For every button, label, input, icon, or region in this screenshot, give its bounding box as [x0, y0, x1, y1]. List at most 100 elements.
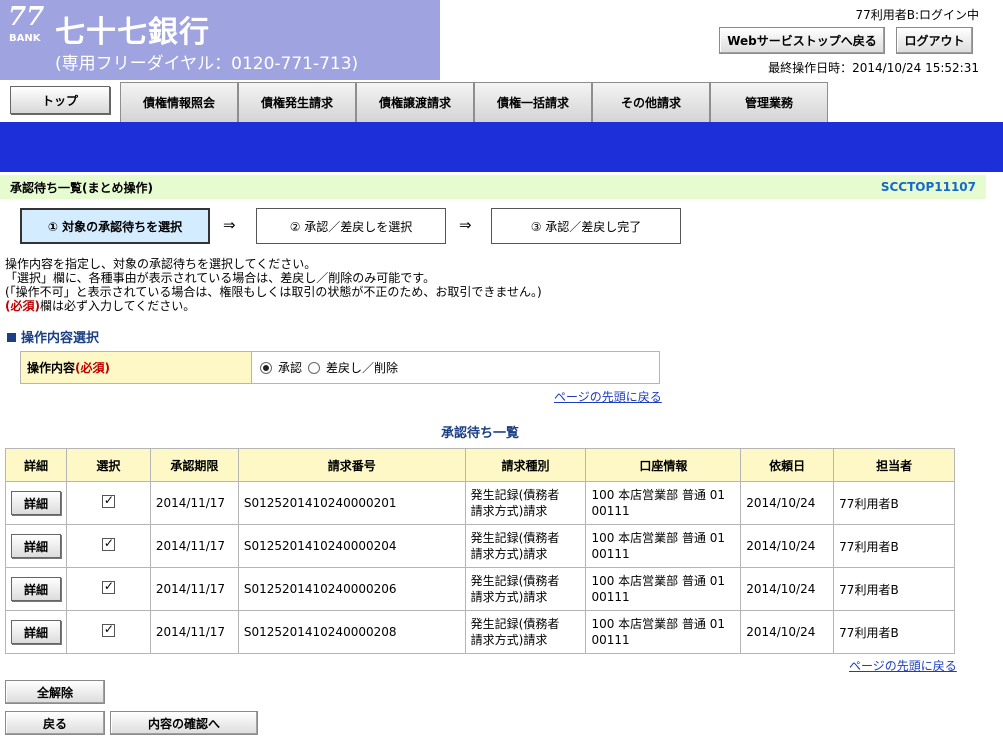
request-type-line-1: 発生記録(債務者 [470, 531, 560, 545]
request-no-cell: S0125201410240000201 [237, 481, 466, 525]
request-date-cell: 2014/10/24 [740, 481, 835, 525]
operation-section-heading: 操作内容選択 [7, 327, 99, 346]
account-line-2: 00111 [591, 633, 630, 647]
tab-claim-inquiry[interactable]: 債権情報照会 [120, 82, 238, 122]
operation-form: 操作内容 (必須) 承認 差戻し／削除 [20, 351, 660, 384]
logout-button[interactable]: ログアウト [896, 27, 973, 54]
screen-code: SCCTOP11107 [880, 180, 976, 194]
deadline-cell: 2014/11/17 [149, 481, 239, 525]
required-mark: (必須) [5, 299, 40, 313]
return-delete-radio-label: 差戻し／削除 [326, 361, 399, 375]
tab-management[interactable]: 管理業務 [710, 82, 828, 122]
tab-other-request[interactable]: その他請求 [592, 82, 710, 122]
bank-name: 七十七銀行 [55, 15, 210, 50]
request-date-cell: 2014/10/24 [740, 524, 835, 568]
select-cell [66, 610, 151, 654]
tab-top[interactable]: トップ [10, 86, 110, 114]
request-type-cell: 発生記録(債務者 請求方式)請求 [464, 481, 587, 525]
account-cell: 100 本店営業部 普通 01 00111 [585, 481, 742, 525]
request-type-line-2: 請求方式)請求 [470, 504, 548, 518]
confirm-content-button[interactable]: 内容の確認へ [110, 711, 258, 735]
account-line-1: 100 本店営業部 普通 01 [591, 488, 726, 502]
request-date-cell: 2014/10/24 [740, 567, 835, 611]
request-type-cell: 発生記録(債務者 請求方式)請求 [464, 567, 587, 611]
detail-button[interactable]: 詳細 [11, 620, 61, 644]
approve-radio[interactable] [260, 361, 272, 374]
table-row: 詳細 2014/11/17 S0125201410240000206 発生記録(… [5, 567, 955, 611]
step-arrow-2: ⇒ [459, 216, 472, 234]
page-top-link-2[interactable]: ページの先頭に戻る [849, 657, 957, 674]
operation-label-cell: 操作内容 (必須) [21, 352, 252, 383]
deadline-cell: 2014/11/17 [149, 610, 239, 654]
detail-cell: 詳細 [5, 481, 67, 525]
detail-cell: 詳細 [5, 610, 67, 654]
page-title: 承認待ち一覧(まとめ操作) [10, 180, 153, 195]
detail-cell: 詳細 [5, 567, 67, 611]
square-bullet-icon [7, 333, 16, 342]
back-button[interactable]: 戻る [5, 711, 105, 735]
list-title: 承認待ち一覧 [440, 426, 519, 441]
detail-button[interactable]: 詳細 [11, 534, 61, 558]
request-no-cell: S0125201410240000206 [237, 567, 466, 611]
bank-logo-text: BANK [9, 33, 41, 44]
deadline-cell: 2014/11/17 [149, 567, 239, 611]
page: 77 BANK 七十七銀行 (専用フリーダイヤル：0120-771-713) 7… [0, 0, 1003, 749]
col-detail: 詳細 [5, 448, 67, 482]
instruction-line-2: 「選択」欄に、各種事由が表示されている場合は、差戻し／削除のみ可能です。 [5, 271, 436, 285]
web-service-top-button[interactable]: Webサービストップへ戻る [719, 27, 885, 54]
person-cell: 77利用者B [833, 567, 955, 611]
col-select: 選択 [66, 448, 151, 482]
instruction-line-4-text: 欄は必ず入力してください。 [39, 299, 196, 313]
table-row: 詳細 2014/11/17 S0125201410240000208 発生記録(… [5, 610, 955, 654]
detail-cell: 詳細 [5, 524, 67, 568]
tab-claim-transfer[interactable]: 債権譲渡請求 [356, 82, 474, 122]
account-line-1: 100 本店営業部 普通 01 [591, 531, 726, 545]
account-line-2: 00111 [591, 504, 630, 518]
brand-banner: 77 BANK 七十七銀行 (専用フリーダイヤル：0120-771-713) [0, 0, 440, 80]
step-3: ③ 承認／差戻し完了 [491, 208, 681, 244]
clear-all-button[interactable]: 全解除 [5, 680, 105, 704]
person-cell: 77利用者B [833, 524, 955, 568]
request-no-cell: S0125201410240000204 [237, 524, 466, 568]
col-account: 口座情報 [585, 448, 742, 482]
account-line-1: 100 本店営業部 普通 01 [591, 617, 726, 631]
table-row: 詳細 2014/11/17 S0125201410240000204 発生記録(… [5, 524, 955, 568]
person-cell: 77利用者B [833, 610, 955, 654]
account-cell: 100 本店営業部 普通 01 00111 [585, 524, 742, 568]
col-person: 担当者 [833, 448, 955, 482]
approve-radio-label: 承認 [278, 361, 303, 375]
tab-claim-issuance[interactable]: 債権発生請求 [238, 82, 356, 122]
account-line-2: 00111 [591, 547, 630, 561]
instruction-line-4: (必須)欄は必ず入力してください。 [5, 299, 542, 313]
request-type-line-2: 請求方式)請求 [470, 590, 548, 604]
deadline-cell: 2014/11/17 [149, 524, 239, 568]
support-dial: (専用フリーダイヤル：0120-771-713) [55, 54, 359, 74]
select-checkbox[interactable] [101, 536, 115, 551]
request-type-line-1: 発生記録(債務者 [470, 617, 560, 631]
select-checkbox[interactable] [101, 579, 115, 594]
col-request-no: 請求番号 [237, 448, 466, 482]
person-cell: 77利用者B [833, 481, 955, 525]
detail-button[interactable]: 詳細 [11, 577, 61, 601]
detail-button[interactable]: 詳細 [11, 491, 61, 515]
request-type-line-1: 発生記録(債務者 [470, 488, 560, 502]
tab-bulk-request[interactable]: 債権一括請求 [474, 82, 592, 122]
select-checkbox[interactable] [101, 622, 115, 637]
bank-logo-number: 77 [8, 2, 45, 32]
operation-section-title: 操作内容選択 [21, 331, 100, 346]
account-cell: 100 本店営業部 普通 01 00111 [585, 610, 742, 654]
instructions: 操作内容を指定し、対象の承認待ちを選択してください。 「選択」欄に、各種事由が表… [5, 257, 542, 313]
request-type-cell: 発生記録(債務者 請求方式)請求 [464, 524, 587, 568]
operation-options: 承認 差戻し／削除 [252, 352, 659, 383]
instruction-line-3: (「操作不可」と表示されている場合は、権限もしくは取引の状態が不正のため、お取引… [5, 285, 542, 299]
account-line-1: 100 本店営業部 普通 01 [591, 574, 726, 588]
page-top-link-1[interactable]: ページの先頭に戻る [554, 388, 662, 405]
step-arrow-1: ⇒ [223, 216, 236, 234]
request-date-cell: 2014/10/24 [740, 610, 835, 654]
select-checkbox[interactable] [101, 493, 115, 508]
page-title-bar: 承認待ち一覧(まとめ操作) SCCTOP11107 [0, 175, 986, 199]
login-status: 77利用者B:ログイン中 [855, 8, 979, 22]
return-delete-radio[interactable] [308, 361, 321, 374]
select-cell [66, 481, 151, 525]
request-type-cell: 発生記録(債務者 請求方式)請求 [464, 610, 587, 654]
